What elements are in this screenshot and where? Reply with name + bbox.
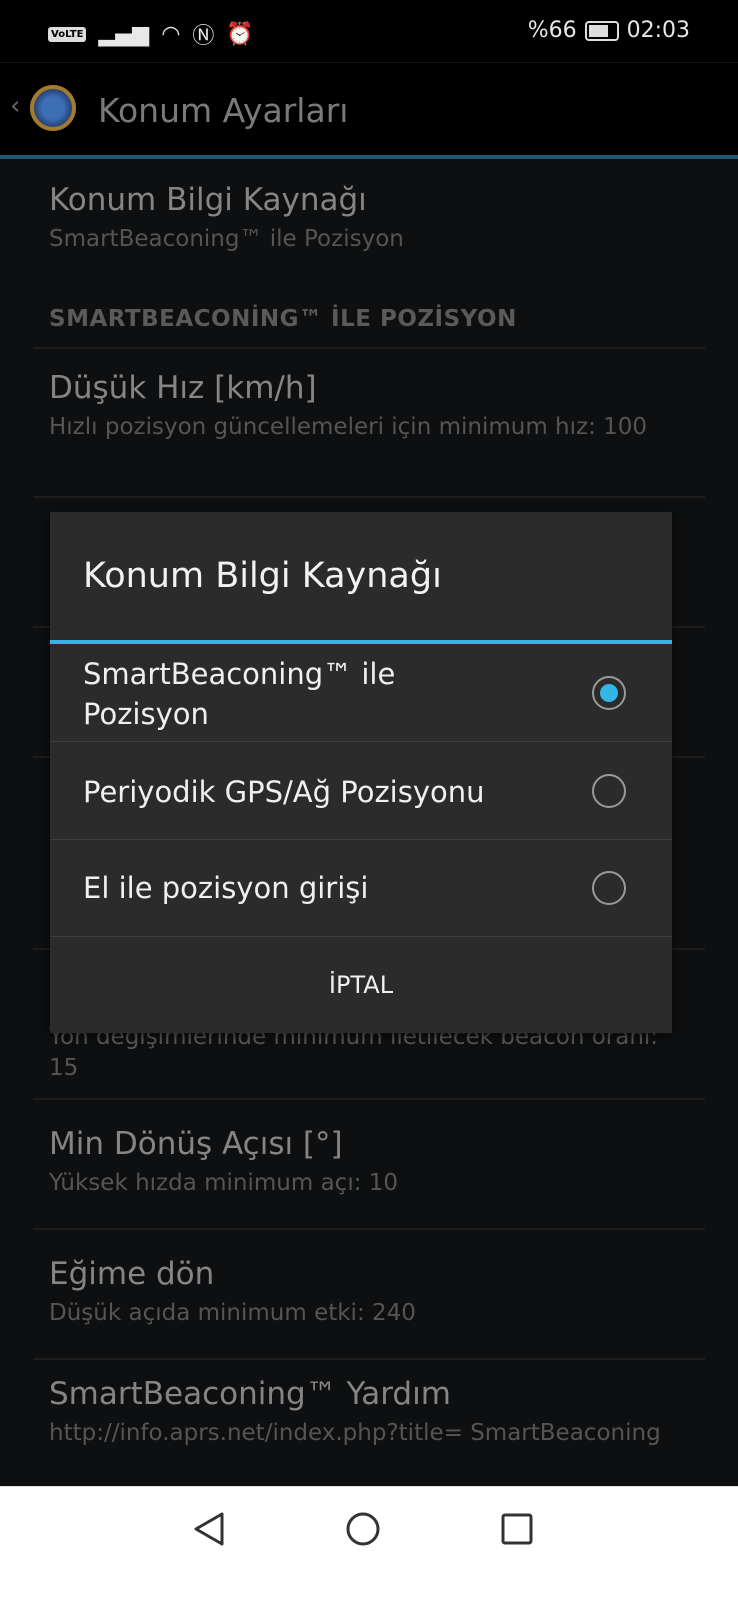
battery-icon: [584, 20, 619, 41]
dialog-title: Konum Bilgi Kaynağı: [83, 556, 442, 596]
option-label: Periyodik GPS/Ağ Pozisyonu: [83, 775, 485, 809]
option-manual[interactable]: El ile pozisyon girişi: [50, 840, 672, 937]
option-label: El ile pozisyon girişi: [83, 871, 369, 905]
signal-icon: ▂▄▆: [98, 21, 150, 47]
page-title: Konum Ayarları: [98, 91, 349, 130]
navigation-bar: [0, 1486, 738, 1600]
pref-low-speed[interactable]: Düşük Hız [km/h] Hızlı pozisyon güncelle…: [49, 370, 689, 443]
volte-icon: VoLTE: [48, 26, 87, 42]
radio-unselected[interactable]: [592, 774, 626, 808]
pref-turn-slope[interactable]: Eğime dön Düşük açıda minimum etki: 240: [49, 1256, 689, 1329]
back-icon[interactable]: ‹: [10, 91, 20, 121]
back-nav-button[interactable]: [192, 1511, 226, 1551]
nfc-icon: Ⓝ: [192, 24, 215, 49]
radio-unselected[interactable]: [592, 871, 626, 905]
location-source-dialog: Konum Bilgi Kaynağı SmartBeaconing™ ile …: [50, 512, 672, 1033]
cancel-button[interactable]: İPTAL: [50, 937, 672, 1033]
action-bar: ‹ Konum Ayarları: [0, 62, 738, 155]
option-smartbeaconing[interactable]: SmartBeaconing™ ile Pozisyon: [50, 644, 672, 742]
pref-summary: Yüksek hızda minimum açı: 10: [49, 1170, 399, 1196]
status-bar: VoLTE ▂▄▆ ◠ Ⓝ ⏰ %66 02:03: [0, 0, 738, 62]
pref-summary: SmartBeaconing™ ile Pozisyon: [49, 226, 404, 252]
pref-title: SmartBeaconing™ Yardım: [49, 1376, 451, 1412]
battery-percent: %66: [527, 18, 577, 43]
pref-min-turn-angle[interactable]: Min Dönüş Açısı [°] Yüksek hızda minimum…: [49, 1126, 689, 1199]
divider: [33, 496, 705, 498]
divider: [33, 347, 705, 349]
alarm-icon: ⏰: [226, 21, 254, 47]
recents-nav-button[interactable]: [500, 1511, 534, 1551]
clock: 02:03: [626, 18, 690, 43]
divider: [33, 1228, 705, 1230]
pref-location-source[interactable]: Konum Bilgi Kaynağı SmartBeaconing™ ile …: [49, 182, 689, 255]
pref-title: Min Dönüş Açısı [°]: [49, 1126, 343, 1162]
app-logo-icon[interactable]: [30, 85, 76, 131]
section-header: SMARTBEACONİNG™ İLE POZİSYON: [49, 306, 517, 332]
wifi-icon: ◠: [161, 21, 181, 47]
home-nav-button[interactable]: [345, 1511, 381, 1551]
pref-title: Eğime dön: [49, 1256, 215, 1292]
radio-selected[interactable]: [592, 676, 626, 710]
option-periodic-gps[interactable]: Periyodik GPS/Ağ Pozisyonu: [50, 742, 672, 840]
pref-title: Konum Bilgi Kaynağı: [49, 182, 367, 218]
pref-summary: Düşük açıda minimum etki: 240: [49, 1300, 416, 1326]
divider: [33, 1098, 705, 1100]
pref-summary: Hızlı pozisyon güncellemeleri için minim…: [49, 414, 648, 440]
divider: [33, 1358, 705, 1360]
header-divider: [0, 155, 738, 159]
pref-title: Düşük Hız [km/h]: [49, 370, 317, 406]
pref-summary: http://info.aprs.net/index.php?title= Sm…: [49, 1420, 661, 1446]
option-label: SmartBeaconing™ ile Pozisyon: [83, 657, 396, 731]
pref-help[interactable]: SmartBeaconing™ Yardım http://info.aprs.…: [49, 1376, 689, 1449]
